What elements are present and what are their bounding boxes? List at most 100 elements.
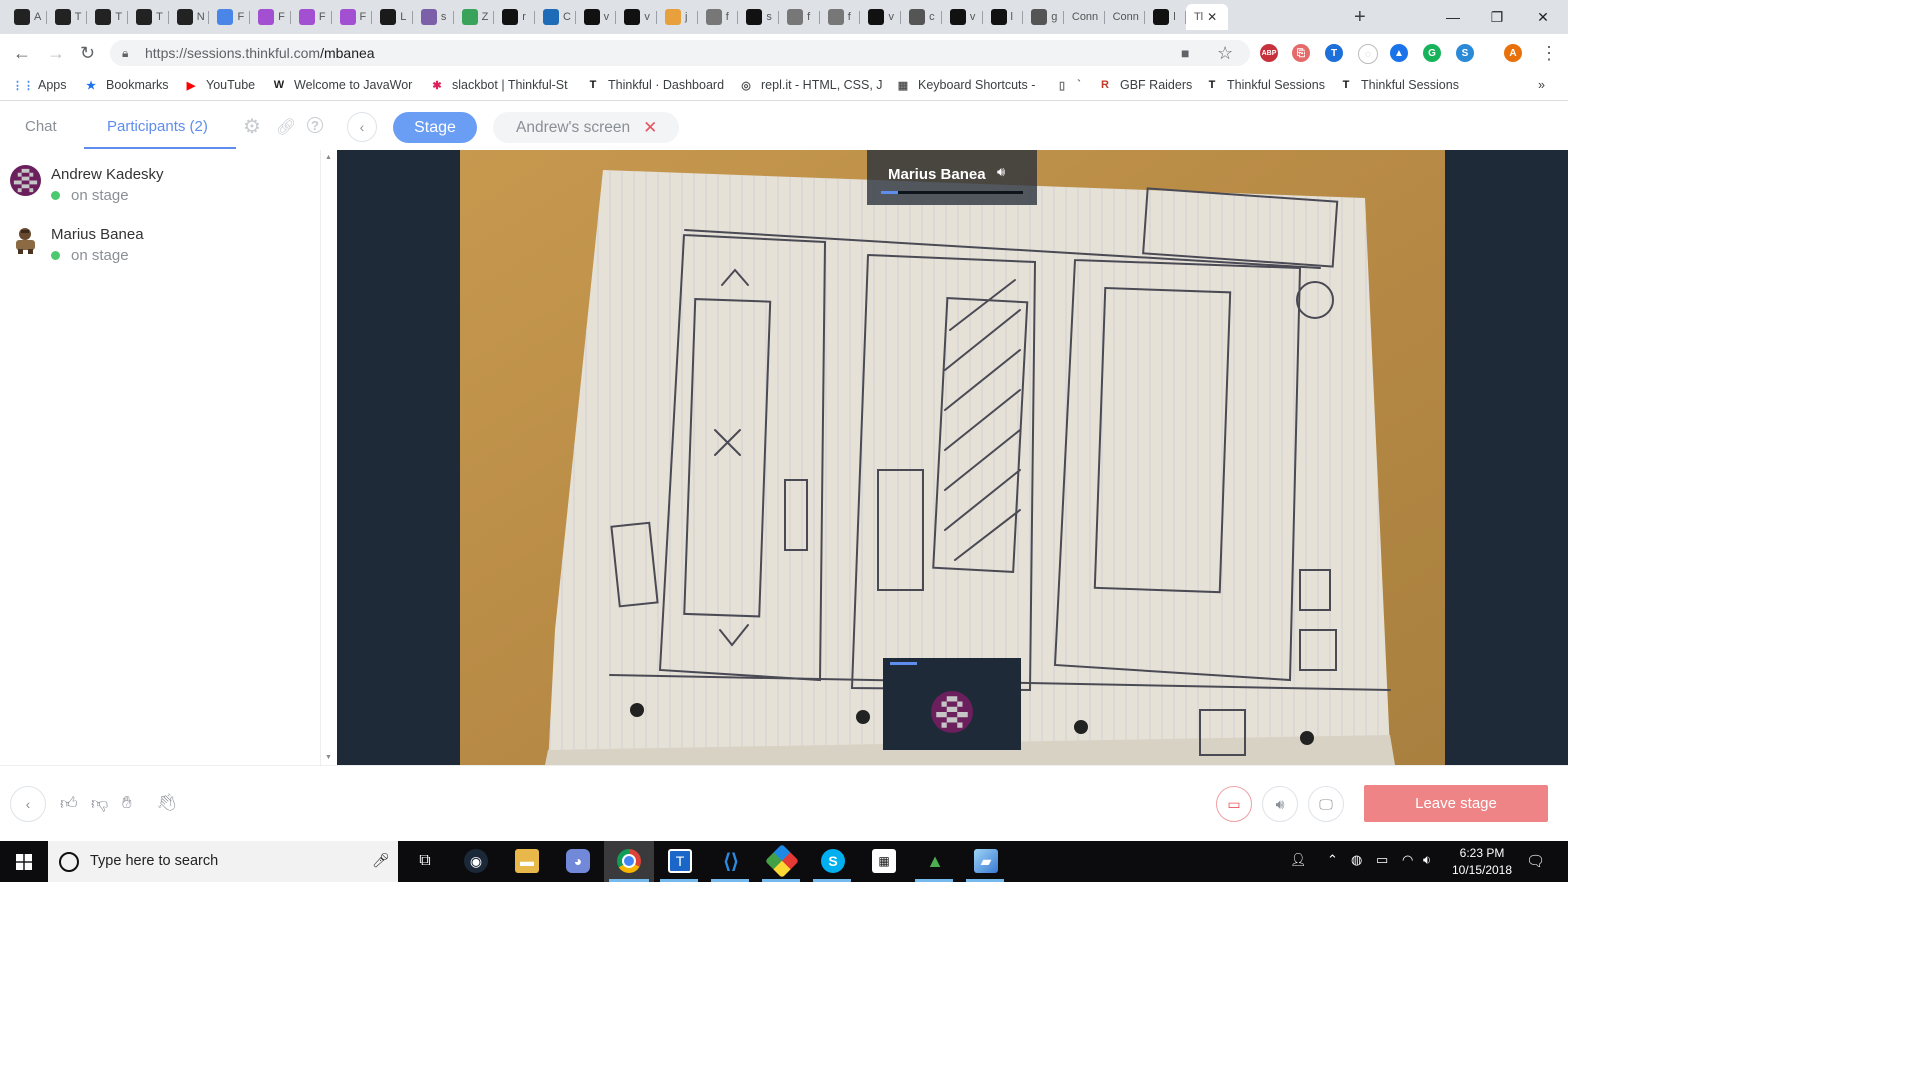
start-button[interactable]	[0, 841, 48, 882]
taskbar-search[interactable]: Type here to search 🎤︎	[48, 841, 398, 882]
self-video-preview[interactable]	[883, 658, 1021, 750]
browser-tab[interactable]: F	[250, 4, 291, 30]
browser-tab[interactable]: v	[616, 4, 657, 30]
url-text[interactable]: https://sessions.thinkful.com/mbanea	[145, 45, 375, 61]
minimize-button[interactable]: —	[1430, 0, 1476, 34]
camera-toggle-button[interactable]: ▭	[1216, 786, 1252, 822]
browser-tab[interactable]: v	[942, 4, 983, 30]
window-close-button[interactable]: ✕	[1520, 0, 1566, 34]
wave-icon[interactable]: 👋︎	[156, 793, 178, 813]
scroll-down-icon[interactable]: ▼	[325, 754, 332, 761]
thumbs-down-icon[interactable]: 👎︎	[91, 793, 108, 814]
thumbs-up-icon[interactable]: 👍︎	[60, 793, 78, 814]
browser-tab[interactable]: Conn	[1105, 4, 1146, 30]
participant-row[interactable]: Andrew Kadesky on stage	[0, 162, 320, 220]
browser-tab[interactable]: c	[901, 4, 942, 30]
raise-hand-icon[interactable]: ✋︎	[122, 793, 132, 813]
browser-tab[interactable]: s	[738, 4, 779, 30]
bookmark-item[interactable]: T Thinkful Sessions	[1205, 78, 1325, 92]
bookmark-star-icon[interactable]: ☆	[1217, 43, 1233, 64]
vscode-icon[interactable]: ⟨⟩	[719, 849, 743, 873]
browser-tab[interactable]: N	[169, 4, 210, 30]
skype-icon[interactable]: S	[821, 849, 845, 873]
profile-avatar[interactable]: A	[1504, 44, 1522, 62]
pdf-icon[interactable]: ⎘	[1292, 44, 1310, 62]
browser-tab[interactable]: A	[6, 4, 47, 30]
bookmarks-overflow-icon[interactable]: »	[1538, 78, 1545, 92]
chrome-menu-icon[interactable]: ⋮	[1540, 43, 1558, 64]
maximize-button[interactable]: ❐	[1474, 0, 1520, 34]
collapse-sidebar-button[interactable]: ‹	[347, 112, 377, 142]
bookmark-item[interactable]: ⋮⋮ Apps	[12, 78, 67, 92]
browser-tab[interactable]: L	[372, 4, 413, 30]
sidebar-scrollbar[interactable]: ▲ ▼	[320, 150, 337, 765]
notes-app-icon[interactable]: ▰	[974, 849, 998, 873]
mute-button[interactable]: 🔊︎	[1262, 786, 1298, 822]
tab-participants[interactable]: Participants (2)	[107, 118, 208, 135]
share-screen-button[interactable]: 🖵︎	[1308, 786, 1344, 822]
discord-icon[interactable]: ◕	[566, 849, 590, 873]
browser-tab[interactable]: Z	[454, 4, 495, 30]
link-icon[interactable]: 🔗︎	[276, 117, 296, 137]
tab-close-icon[interactable]: ✕	[1207, 10, 1217, 24]
tray-overflow-icon[interactable]: ⌃	[1327, 852, 1338, 868]
system-clock[interactable]: 6:23 PM 10/15/2018	[1442, 845, 1522, 879]
browser-tab[interactable]: v	[576, 4, 617, 30]
leave-stage-button[interactable]: Leave stage	[1364, 785, 1548, 822]
screen-share-tab[interactable]: Andrew's screen ✕	[493, 112, 679, 143]
rocket-app-icon[interactable]: ▲	[923, 849, 947, 873]
settings-gear-icon[interactable]: ⚙	[243, 114, 261, 139]
bookmark-item[interactable]: ▦ Keyboard Shortcuts -	[896, 78, 1036, 92]
calendar-icon[interactable]: ▦	[872, 849, 896, 873]
task-view-icon[interactable]: ⧉	[413, 849, 437, 873]
browser-tab[interactable]: g	[1023, 4, 1064, 30]
help-icon[interactable]: ?	[307, 117, 323, 133]
lock-icon[interactable]: 🔒︎	[122, 46, 128, 61]
drive-icon[interactable]: ▲	[1390, 44, 1408, 62]
browser-tab[interactable]: j	[657, 4, 698, 30]
close-screen-share-icon[interactable]: ✕	[643, 118, 657, 138]
browser-tab[interactable]: T	[128, 4, 169, 30]
bookmark-item[interactable]: ✱ slackbot | Thinkful-St	[430, 78, 567, 92]
browser-tab[interactable]: s	[413, 4, 454, 30]
volume-icon[interactable]: 🔉︎	[1423, 852, 1431, 868]
browser-tab[interactable]: v	[860, 4, 901, 30]
bookmark-item[interactable]: T Thinkful · Dashboard	[586, 78, 724, 92]
forward-arrow-icon[interactable]: →	[47, 43, 65, 64]
browser-tab[interactable]: C	[535, 4, 576, 30]
people-icon[interactable]: 👤︎	[1290, 852, 1307, 868]
bookmark-item[interactable]: W Welcome to JavaWor	[272, 78, 413, 92]
bookmark-item[interactable]: T Thinkful Sessions	[1339, 78, 1459, 92]
action-center-icon[interactable]: 🗨︎	[1526, 852, 1545, 870]
battery-icon[interactable]: ▭	[1376, 852, 1388, 868]
camera-icon[interactable]: ■	[1181, 45, 1189, 61]
back-button[interactable]: ‹	[10, 786, 46, 822]
thinkful-ext-icon[interactable]: T	[1325, 44, 1343, 62]
browser-tab[interactable]: l	[1145, 4, 1186, 30]
grammarly-icon[interactable]: G	[1423, 44, 1441, 62]
browser-tab[interactable]: f	[820, 4, 861, 30]
microphone-icon[interactable]: 🎤︎	[372, 852, 390, 869]
bookmark-item[interactable]: R GBF Raiders	[1098, 78, 1192, 92]
bookmark-item[interactable]: ◎ repl.it - HTML, CSS, J	[739, 78, 882, 92]
browser-tab[interactable]: f	[698, 4, 739, 30]
browser-tab[interactable]: T	[47, 4, 88, 30]
active-browser-tab[interactable]: Tl ✕	[1185, 4, 1228, 30]
thinkful-app-icon[interactable]: T	[668, 849, 692, 873]
browser-tab[interactable]: Conn	[1064, 4, 1105, 30]
browser-tab[interactable]: l	[983, 4, 1024, 30]
back-arrow-icon[interactable]: ←	[13, 43, 31, 64]
browser-tab[interactable]: F	[209, 4, 250, 30]
abp-icon[interactable]: ABP	[1260, 44, 1278, 62]
loading-ext-icon[interactable]: ◌	[1358, 44, 1378, 64]
tab-chat[interactable]: Chat	[25, 118, 57, 135]
scroll-up-icon[interactable]: ▲	[325, 154, 332, 161]
file-explorer-icon[interactable]: ▬	[515, 849, 539, 873]
browser-tab[interactable]: F	[291, 4, 332, 30]
bookmark-item[interactable]: ▯ `	[1055, 78, 1081, 92]
browser-tab[interactable]: T	[87, 4, 128, 30]
participant-row[interactable]: Marius Banea on stage	[0, 222, 320, 280]
bookmark-item[interactable]: ★ Bookmarks	[84, 78, 168, 92]
browser-tab[interactable]: r	[494, 4, 535, 30]
globe-icon[interactable]: ◍	[1351, 852, 1362, 868]
